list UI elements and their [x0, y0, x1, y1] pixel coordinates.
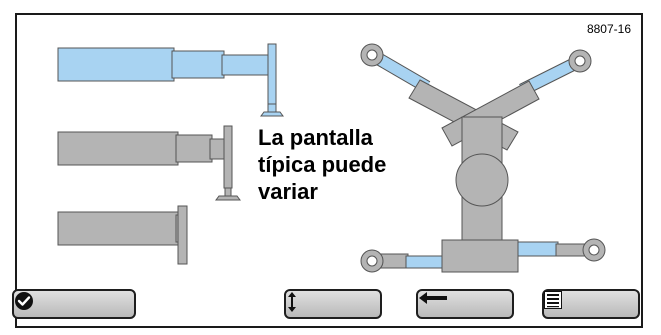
up-down-button[interactable] — [284, 289, 382, 319]
blue-cylinder-extended — [57, 43, 284, 117]
menu-button[interactable] — [542, 289, 640, 319]
upper-arm-left — [360, 43, 431, 93]
display-notice: La pantalla típica puede variar — [258, 125, 387, 204]
figure-id: 8807-16 — [586, 22, 631, 36]
check-circle-icon — [15, 292, 33, 310]
up-down-arrow-icon — [288, 292, 296, 312]
center-column — [455, 116, 509, 248]
upper-arm-right — [519, 49, 592, 96]
display-screen: 8807-16 La pantalla típica puede variar — [2, 2, 657, 331]
gray-cylinder-middle — [57, 125, 241, 201]
confirm-button[interactable] — [12, 289, 136, 319]
lower-arm-right — [517, 238, 606, 262]
left-arrow-icon — [419, 292, 447, 304]
base-block — [441, 239, 519, 273]
gray-cylinder-retracted — [57, 205, 188, 265]
back-button[interactable] — [416, 289, 514, 319]
list-menu-icon — [544, 291, 562, 309]
lower-arm-left — [360, 249, 445, 273]
